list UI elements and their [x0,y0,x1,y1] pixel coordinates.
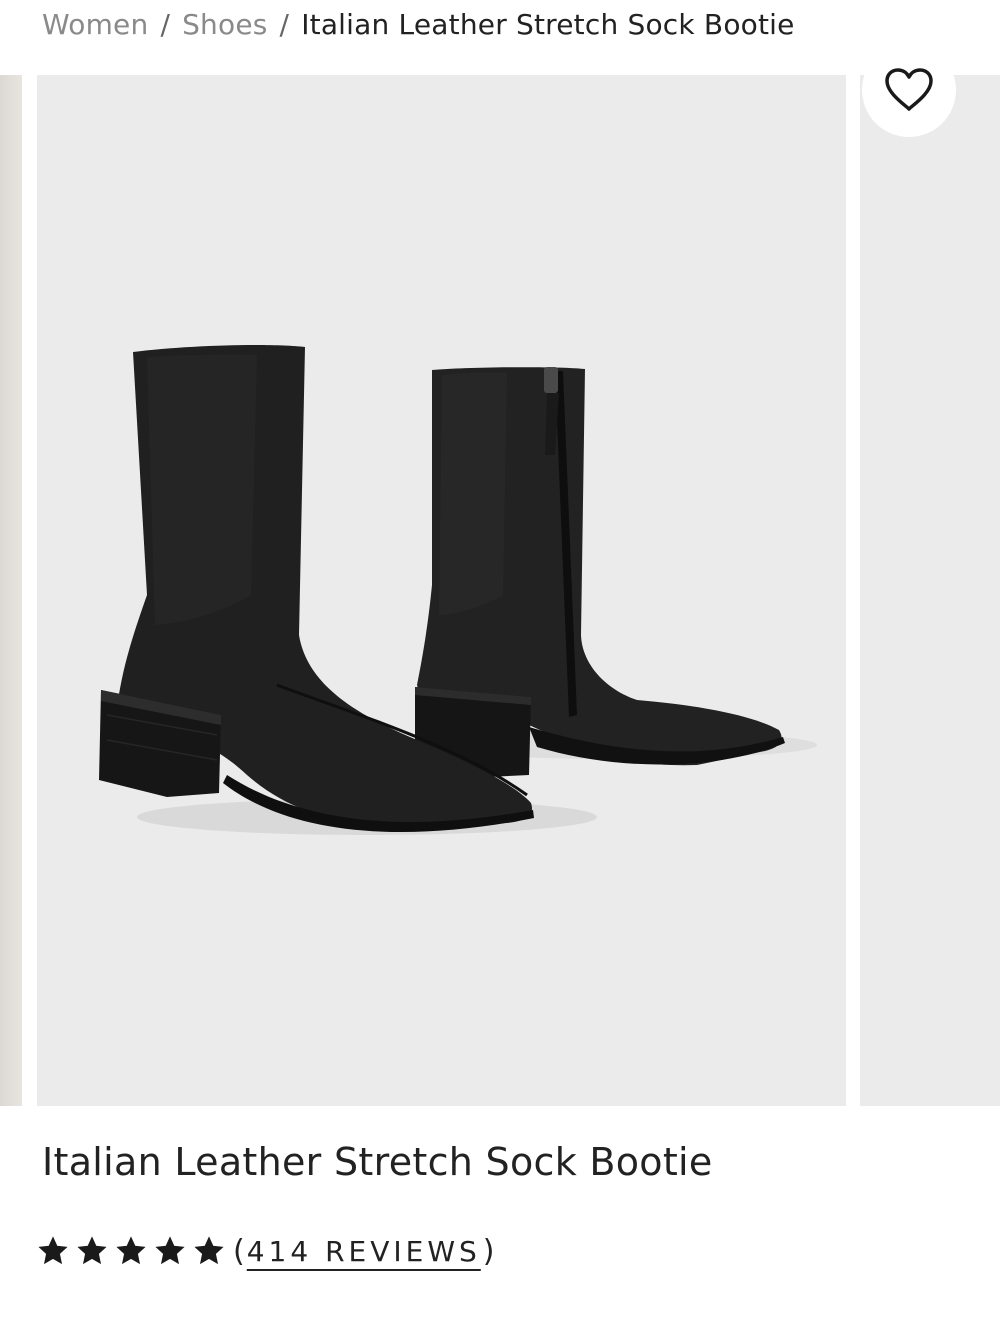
breadcrumb: Women / Shoes / Italian Leather Stretch … [42,4,795,44]
star-icon [38,1236,68,1265]
product-page: Women / Shoes / Italian Leather Stretch … [0,0,1000,1333]
reviews-link[interactable]: 414 REVIEWS [247,1235,481,1268]
breadcrumb-link-women[interactable]: Women [42,8,148,41]
breadcrumb-separator: / [160,7,171,41]
star-icon [155,1236,185,1265]
previous-slide-peek[interactable] [0,75,22,1106]
star-rating [38,1236,233,1266]
breadcrumb-current: Italian Leather Stretch Sock Bootie [301,7,795,41]
add-to-wishlist-button[interactable] [862,43,956,137]
heart-icon [885,68,933,111]
rating-row: ( 414 REVIEWS ) [38,1228,495,1274]
breadcrumb-link-shoes[interactable]: Shoes [182,8,267,41]
star-icon [194,1236,224,1265]
star-icon [77,1236,107,1265]
boots-illustration [99,344,817,835]
reviews-paren-open: ( [233,1233,245,1269]
product-image[interactable] [37,75,846,1106]
product-image-carousel[interactable] [0,75,1000,1106]
breadcrumb-separator: / [279,7,290,41]
star-icon [116,1236,146,1265]
back-boot [415,367,785,777]
product-title: Italian Leather Stretch Sock Bootie [42,1140,713,1184]
next-slide-peek[interactable] [860,75,1000,1106]
reviews-paren-close: ) [482,1233,495,1269]
